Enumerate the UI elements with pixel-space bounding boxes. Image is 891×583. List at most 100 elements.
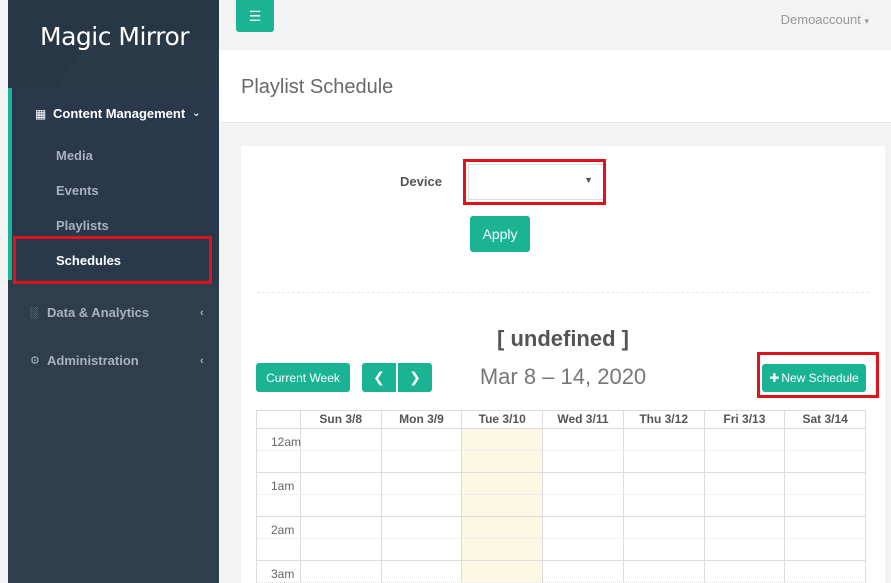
- device-label: Device: [400, 174, 442, 189]
- time-slot-cell[interactable]: [462, 429, 544, 451]
- time-slot-cell[interactable]: [623, 517, 705, 539]
- time-slot-cell[interactable]: [785, 561, 867, 583]
- time-label: [257, 539, 301, 561]
- time-slot-cell[interactable]: [543, 517, 624, 539]
- time-slot-cell[interactable]: [462, 561, 544, 583]
- hamburger-icon: ☰: [248, 7, 262, 24]
- time-slot-cell[interactable]: [785, 517, 867, 539]
- page-heading: Playlist Schedule: [219, 50, 891, 123]
- time-slot-cell[interactable]: [462, 517, 544, 539]
- calendar-title: [ undefined ]: [497, 326, 629, 351]
- nav-content-management[interactable]: ▦ Content Management ⌄: [35, 106, 201, 121]
- time-slot-cell[interactable]: [381, 495, 463, 517]
- apply-button[interactable]: Apply: [470, 216, 530, 252]
- time-slot-cell[interactable]: [704, 517, 786, 539]
- sidebar-item-playlists[interactable]: Playlists: [56, 218, 109, 233]
- time-slot-cell[interactable]: [381, 473, 463, 495]
- time-slot-cell[interactable]: [704, 561, 786, 583]
- day-header: Thu 3/12: [623, 411, 705, 429]
- time-slot-cell[interactable]: [704, 539, 786, 561]
- time-slot-cell[interactable]: [462, 473, 544, 495]
- day-header: Wed 3/11: [543, 411, 624, 429]
- time-slot-cell[interactable]: [462, 495, 544, 517]
- time-slot-row: 12am: [257, 429, 867, 451]
- app-logo[interactable]: Magic Mirror: [40, 22, 190, 51]
- caret-down-icon: ▾: [864, 16, 869, 26]
- time-slot-cell[interactable]: [623, 473, 705, 495]
- topbar: ☰ Demoaccount ▾: [219, 0, 891, 50]
- schedules-highlight-box: [13, 236, 212, 284]
- time-label: [257, 495, 301, 517]
- time-slot-cell[interactable]: [704, 495, 786, 517]
- time-slot-cell[interactable]: [543, 561, 624, 583]
- chevron-down-icon: ⌄: [192, 108, 201, 119]
- time-slot-cell[interactable]: [300, 539, 382, 561]
- chevron-left-icon: ‹: [200, 306, 204, 319]
- time-slot-row: [257, 451, 866, 473]
- chevron-left-icon: ‹: [200, 354, 204, 367]
- time-slot-cell[interactable]: [381, 517, 463, 539]
- time-slot-cell[interactable]: [543, 495, 624, 517]
- time-slot-cell[interactable]: [300, 473, 382, 495]
- time-slot-cell[interactable]: [300, 495, 382, 517]
- nav-administration-label: Administration: [47, 353, 139, 368]
- new-schedule-highlight-box: [757, 352, 879, 398]
- hour-row: 2am: [257, 517, 867, 561]
- time-label: 12am: [257, 429, 301, 451]
- time-label: 2am: [257, 517, 301, 539]
- time-slot-cell[interactable]: [785, 539, 866, 561]
- brand-header: Magic Mirror: [8, 0, 219, 88]
- time-slot-cell[interactable]: [543, 429, 624, 451]
- time-slot-cell[interactable]: [704, 429, 786, 451]
- time-slot-cell[interactable]: [623, 539, 705, 561]
- day-header: Tue 3/10: [462, 411, 544, 429]
- time-label: 1am: [257, 473, 301, 495]
- day-header: Mon 3/9: [381, 411, 463, 429]
- time-slot-cell[interactable]: [381, 561, 463, 583]
- time-label: [257, 451, 301, 473]
- device-select-highlight-box: [463, 159, 606, 205]
- time-slot-cell[interactable]: [300, 561, 382, 583]
- calendar-body: 12am 1am 2am 3am: [257, 429, 867, 583]
- time-slot-cell[interactable]: [543, 473, 624, 495]
- time-slot-row: 1am: [257, 473, 867, 495]
- time-slot-row: 3am: [257, 561, 867, 583]
- account-menu[interactable]: Demoaccount ▾: [781, 12, 869, 27]
- time-label: 3am: [257, 561, 301, 583]
- time-slot-cell[interactable]: [543, 451, 624, 473]
- divider: [257, 292, 869, 293]
- time-slot-cell[interactable]: [381, 451, 463, 473]
- time-slot-cell[interactable]: [381, 539, 463, 561]
- day-header: Sat 3/14: [785, 411, 866, 429]
- sidebar-item-media[interactable]: Media: [56, 148, 93, 163]
- time-slot-cell[interactable]: [623, 495, 705, 517]
- time-slot-cell[interactable]: [462, 539, 544, 561]
- time-slot-cell[interactable]: [623, 561, 705, 583]
- time-slot-cell[interactable]: [785, 451, 866, 473]
- nav-administration[interactable]: ⚙ Administration ‹: [30, 353, 204, 368]
- nav-content-management-label: Content Management: [53, 106, 186, 121]
- time-slot-cell[interactable]: [785, 495, 866, 517]
- nav-data-analytics-label: Data & Analytics: [47, 305, 150, 320]
- time-slot-cell[interactable]: [462, 451, 544, 473]
- time-slot-cell[interactable]: [623, 429, 705, 451]
- page-title: Playlist Schedule: [241, 76, 394, 98]
- hour-row: 1am: [257, 473, 867, 517]
- time-slot-cell[interactable]: [623, 451, 705, 473]
- time-slot-cell[interactable]: [300, 451, 382, 473]
- time-slot-cell[interactable]: [301, 429, 382, 451]
- sidebar-item-events[interactable]: Events: [56, 183, 99, 198]
- menu-toggle-button[interactable]: ☰: [236, 0, 274, 32]
- calendar-icon: ▦: [35, 106, 47, 121]
- time-slot-cell[interactable]: [704, 473, 786, 495]
- time-slot-cell[interactable]: [785, 473, 867, 495]
- calendar-header-row: Sun 3/8 Mon 3/9 Tue 3/10 Wed 3/11 Thu 3/…: [257, 411, 866, 429]
- time-slot-cell[interactable]: [543, 539, 624, 561]
- time-slot-cell[interactable]: [381, 429, 463, 451]
- week-calendar-grid: Sun 3/8 Mon 3/9 Tue 3/10 Wed 3/11 Thu 3/…: [256, 410, 867, 583]
- nav-data-analytics[interactable]: ░ Data & Analytics ‹: [30, 305, 204, 320]
- time-slot-cell[interactable]: [300, 517, 382, 539]
- hour-row: 12am: [257, 429, 867, 473]
- time-slot-cell[interactable]: [704, 451, 786, 473]
- time-slot-cell[interactable]: [785, 429, 867, 451]
